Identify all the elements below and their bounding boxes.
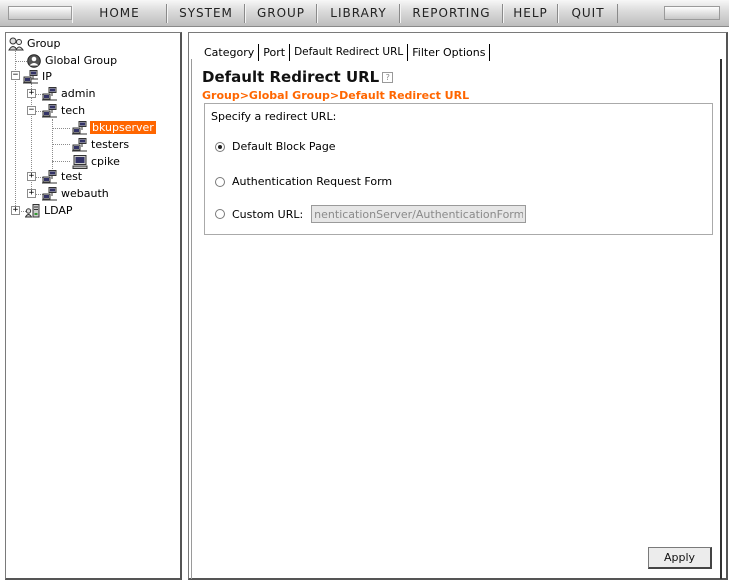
- option-custom-url[interactable]: Custom URL:: [215, 205, 527, 223]
- menu-help[interactable]: HELP: [503, 4, 558, 23]
- breadcrumb: Group>Global Group>Default Redirect URL: [202, 89, 470, 102]
- page-title: Default Redirect URL ?: [202, 68, 394, 86]
- option-authentication-request-form[interactable]: Authentication Request Form: [215, 175, 392, 188]
- tree-item-admin[interactable]: admin: [42, 86, 96, 101]
- network-icon: [42, 169, 58, 184]
- expand-icon[interactable]: +: [27, 189, 36, 198]
- expand-icon[interactable]: +: [11, 206, 20, 215]
- tab-bar: Category Port Default Redirect URL Filte…: [200, 43, 491, 61]
- redirect-url-legend: Specify a redirect URL:: [211, 110, 337, 123]
- tree-label: webauth: [61, 187, 109, 200]
- menu-system[interactable]: SYSTEM: [167, 4, 245, 23]
- tree-item-test[interactable]: test: [42, 169, 83, 184]
- network-icon: [42, 186, 58, 201]
- network-icon: [42, 86, 58, 101]
- tree-label: LDAP: [44, 204, 73, 217]
- menu-items: HOME SYSTEM GROUP LIBRARY REPORTING HELP…: [72, 4, 618, 23]
- tree-item-webauth[interactable]: webauth: [42, 186, 110, 201]
- collapse-icon[interactable]: −: [11, 71, 20, 80]
- menu-library[interactable]: LIBRARY: [317, 4, 400, 23]
- tree-label: test: [61, 170, 83, 183]
- menu-group[interactable]: GROUP: [245, 4, 317, 23]
- network-icon: [42, 103, 58, 118]
- option-default-block-page[interactable]: Default Block Page: [215, 140, 336, 153]
- menu-reporting[interactable]: REPORTING: [400, 4, 503, 23]
- global-group-icon: [26, 53, 42, 68]
- tree-item-ip[interactable]: IP: [23, 69, 53, 84]
- menu-quit[interactable]: QUIT: [558, 4, 618, 23]
- tree-label: admin: [61, 87, 96, 100]
- computer-icon: [72, 154, 88, 169]
- group-tree-pane: Group Global Group − IP + admin − tech b…: [5, 32, 182, 580]
- users-icon: [8, 37, 24, 51]
- tree-label: IP: [42, 70, 52, 83]
- tree-label: Group: [27, 37, 61, 50]
- custom-url-radio[interactable]: [215, 209, 225, 219]
- tree-item-ldap[interactable]: LDAP: [24, 203, 74, 218]
- authentication-request-form-label: Authentication Request Form: [232, 175, 393, 188]
- network-icon: [23, 69, 39, 84]
- tree-item-tech[interactable]: tech: [42, 103, 86, 118]
- expand-icon[interactable]: +: [27, 172, 36, 181]
- tab-frame-border: [720, 59, 722, 579]
- tab-port[interactable]: Port: [259, 44, 291, 61]
- main-menu-bar: HOME SYSTEM GROUP LIBRARY REPORTING HELP…: [0, 0, 729, 27]
- network-icon: [72, 137, 88, 152]
- menu-home[interactable]: HOME: [72, 4, 167, 23]
- custom-url-label: Custom URL:: [232, 207, 304, 221]
- tree-connector: [52, 144, 70, 145]
- default-block-page-radio[interactable]: [215, 141, 225, 152]
- authentication-request-form-radio[interactable]: [215, 176, 225, 187]
- tree-item-cpike[interactable]: cpike: [72, 154, 121, 169]
- tree-label: tech: [61, 104, 86, 117]
- tab-frame-border: [191, 59, 192, 579]
- tree-item-bkupserver[interactable]: bkupserver: [72, 120, 156, 135]
- tree-item-testers[interactable]: testers: [72, 137, 130, 152]
- tree-label-selected: bkupserver: [90, 121, 156, 134]
- tab-category[interactable]: Category: [200, 44, 260, 61]
- ldap-server-icon: [24, 203, 41, 218]
- tree-item-group[interactable]: Group: [8, 36, 62, 51]
- network-icon: [72, 120, 88, 135]
- redirect-url-group: Specify a redirect URL: Default Block Pa…: [204, 103, 713, 235]
- default-block-page-label: Default Block Page: [232, 140, 336, 153]
- tree-label: cpike: [91, 155, 120, 168]
- collapse-icon[interactable]: −: [27, 106, 36, 115]
- tree-label: testers: [91, 138, 130, 151]
- menu-bar-left-cap: [8, 6, 72, 20]
- main-content-pane: Category Port Default Redirect URL Filte…: [188, 32, 728, 580]
- tree-item-global-group[interactable]: Global Group: [26, 53, 118, 68]
- help-icon[interactable]: ?: [382, 71, 394, 83]
- menu-bar-right-cap: [664, 6, 720, 20]
- tab-filter-options[interactable]: Filter Options: [408, 44, 491, 61]
- tree-connector: [52, 128, 70, 129]
- tree-connector: [52, 119, 53, 171]
- apply-button[interactable]: Apply: [648, 547, 712, 569]
- page-title-text: Default Redirect URL: [202, 68, 380, 86]
- custom-url-input[interactable]: [311, 205, 527, 223]
- expand-icon[interactable]: +: [27, 89, 36, 98]
- tab-default-redirect-url[interactable]: Default Redirect URL: [290, 44, 409, 61]
- tree-connector: [52, 161, 70, 162]
- tree-label: Global Group: [45, 54, 118, 67]
